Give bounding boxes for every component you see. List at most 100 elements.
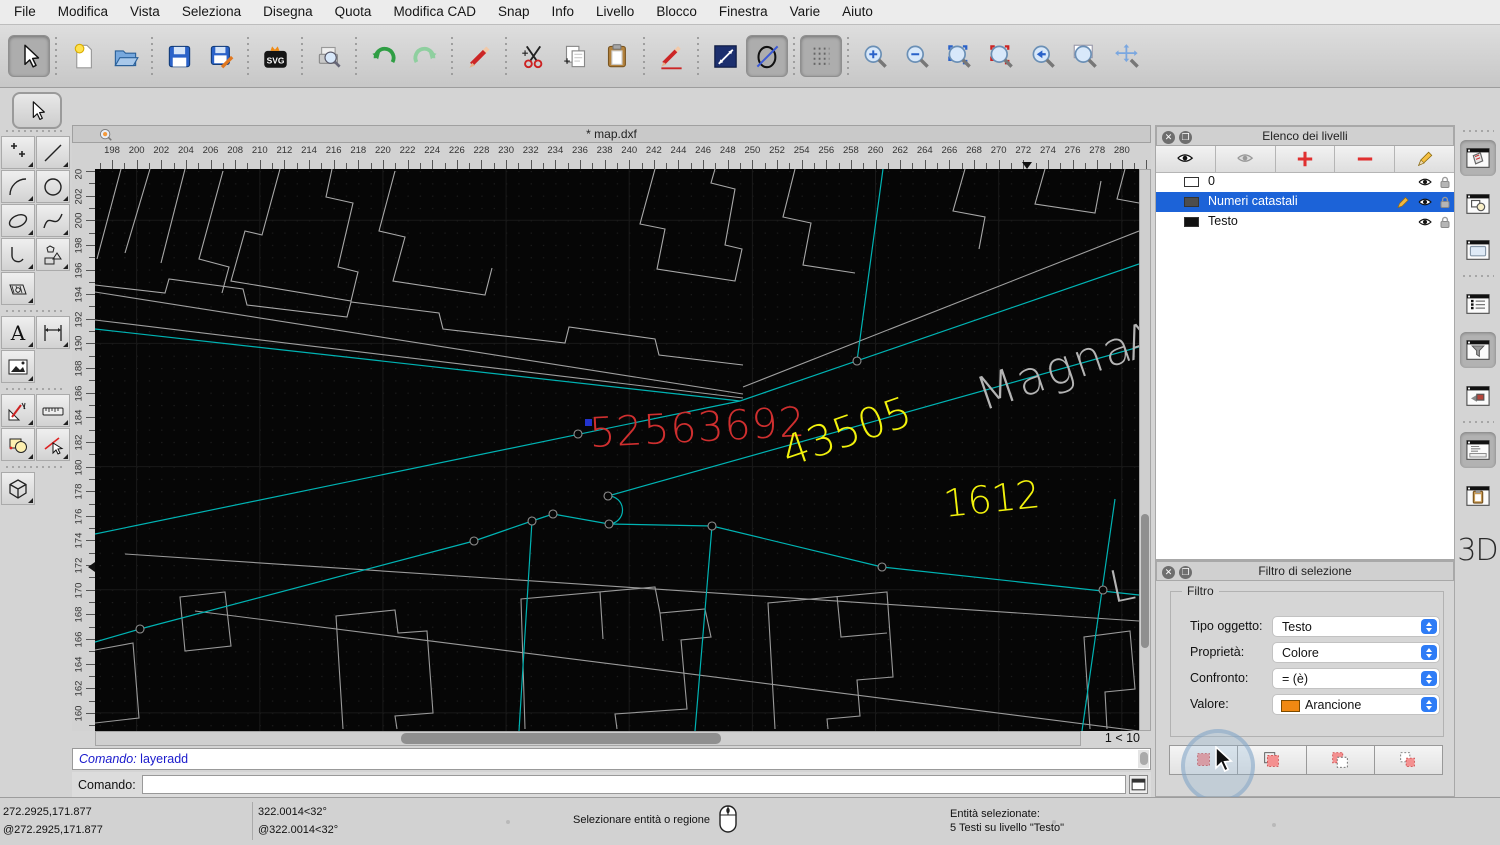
selection-filter-panel-button[interactable] xyxy=(1460,332,1496,368)
cut-button[interactable] xyxy=(512,35,554,77)
svg-export-button[interactable]: SVG xyxy=(254,35,296,77)
menu-seleziona[interactable]: Seleziona xyxy=(171,0,252,24)
layer-visibility-eye-icon[interactable] xyxy=(1418,195,1432,209)
drawing-canvas[interactable]: 52563692 43505 1612 Magna A L xyxy=(95,169,1139,731)
layer-lock-icon[interactable] xyxy=(1438,175,1452,189)
view-list-panel-button[interactable] xyxy=(1460,286,1496,322)
horizontal-scrollbar[interactable] xyxy=(95,731,1081,746)
command-input[interactable] xyxy=(142,775,1126,794)
undo-button[interactable] xyxy=(362,35,404,77)
zoom-window-button[interactable] xyxy=(1064,35,1106,77)
zoom-in-button[interactable] xyxy=(854,35,896,77)
zoom-selection-button[interactable] xyxy=(980,35,1022,77)
zoom-out-button[interactable] xyxy=(896,35,938,77)
block-list-panel-button[interactable] xyxy=(1460,186,1496,222)
comparison-dropdown[interactable]: = (è) xyxy=(1272,668,1440,689)
paste-button[interactable] xyxy=(596,35,638,77)
polyline-tool-button[interactable] xyxy=(1,238,35,271)
menu-info[interactable]: Info xyxy=(541,0,586,24)
layer-visibility-eye-icon[interactable] xyxy=(1418,175,1432,189)
zoom-auto-button[interactable] xyxy=(938,35,980,77)
text-tool-button[interactable]: A xyxy=(1,316,35,349)
measure-tool-button[interactable] xyxy=(36,394,70,427)
save-as-button[interactable] xyxy=(200,35,242,77)
window-icon xyxy=(1130,776,1147,793)
menu-varie[interactable]: Varie xyxy=(779,0,832,24)
layer-row-testo[interactable]: Testo xyxy=(1156,212,1454,232)
palette-drag-handle[interactable] xyxy=(4,129,66,133)
command-history[interactable]: Comando: layeradd xyxy=(72,748,1151,770)
dimension-tool-button[interactable] xyxy=(36,316,70,349)
intersect-selection-button[interactable] xyxy=(1375,746,1442,774)
add-layer-button[interactable] xyxy=(1276,146,1336,172)
property-dropdown[interactable]: Colore xyxy=(1272,642,1440,663)
object-type-dropdown[interactable]: Testo xyxy=(1272,616,1440,637)
menu-modifica[interactable]: Modifica xyxy=(47,0,119,24)
circle-tool-button[interactable] xyxy=(36,170,70,203)
command-detach-button[interactable] xyxy=(1129,775,1148,794)
trim-tool-button[interactable] xyxy=(36,428,70,461)
property-editor-panel-button[interactable] xyxy=(1460,478,1496,514)
modify-tool-button[interactable] xyxy=(1,428,35,461)
points-tool-button[interactable] xyxy=(1,136,35,169)
solid-3d-tool-button[interactable] xyxy=(1,472,35,505)
spline-tool-button[interactable] xyxy=(36,204,70,237)
menu-vista[interactable]: Vista xyxy=(119,0,171,24)
document-titlebar[interactable]: * map.dxf xyxy=(72,125,1151,143)
v-ruler-number: 194 xyxy=(74,285,85,305)
construction-circle-button[interactable] xyxy=(746,35,788,77)
projection-panel-button[interactable] xyxy=(1460,378,1496,414)
redo-button[interactable] xyxy=(404,35,446,77)
command-history-scrollbar[interactable] xyxy=(1138,750,1149,768)
zoom-previous-button[interactable] xyxy=(1022,35,1064,77)
grid-toggle-button[interactable] xyxy=(800,35,842,77)
remove-from-selection-button[interactable] xyxy=(1307,746,1375,774)
hatch-tool-button[interactable] xyxy=(1,272,35,305)
menu-quota[interactable]: Quota xyxy=(324,0,383,24)
menu-aiuto[interactable]: Aiuto xyxy=(831,0,884,24)
selection-tool-button[interactable] xyxy=(12,92,62,129)
selection-arrow-button[interactable] xyxy=(8,35,50,77)
image-tool-button[interactable] xyxy=(1,350,35,383)
pencil-tool-button[interactable] xyxy=(650,35,692,77)
copy-button[interactable] xyxy=(554,35,596,77)
construction-line-button[interactable] xyxy=(704,35,746,77)
hide-all-layers-eye-button[interactable] xyxy=(1216,146,1276,172)
menu-disegna[interactable]: Disegna xyxy=(252,0,324,24)
open-file-button[interactable] xyxy=(104,35,146,77)
menu-blocco[interactable]: Blocco xyxy=(645,0,708,24)
layer-name: Numeri catastali xyxy=(1208,194,1298,208)
menu-modifica-cad[interactable]: Modifica CAD xyxy=(382,0,487,24)
dock-drag-handle[interactable] xyxy=(1461,129,1494,133)
print-preview-button[interactable] xyxy=(308,35,350,77)
menu-snap[interactable]: Snap xyxy=(487,0,541,24)
delete-tool-button[interactable] xyxy=(458,35,500,77)
layer-list-panel-button[interactable] xyxy=(1460,140,1496,176)
ellipse-tool-button[interactable] xyxy=(1,204,35,237)
layer-visibility-eye-icon[interactable] xyxy=(1418,215,1432,229)
layer-lock-icon[interactable] xyxy=(1438,215,1452,229)
remove-layer-button[interactable] xyxy=(1335,146,1395,172)
command-line-panel-button[interactable] xyxy=(1460,432,1496,468)
menu-finestra[interactable]: Finestra xyxy=(708,0,779,24)
menu-livello[interactable]: Livello xyxy=(585,0,645,24)
edit-layer-button[interactable] xyxy=(1395,146,1454,172)
pan-zoom-button[interactable] xyxy=(1106,35,1148,77)
line-tool-button[interactable] xyxy=(36,136,70,169)
layer-lock-icon[interactable] xyxy=(1438,195,1452,209)
cad-tools-tool-button[interactable] xyxy=(1,394,35,427)
save-button[interactable] xyxy=(158,35,200,77)
new-file-button[interactable] xyxy=(62,35,104,77)
command-history-value: layeradd xyxy=(140,752,188,766)
layer-row-0[interactable]: 0 xyxy=(1156,172,1454,192)
layer-row-numeri-catastali[interactable]: Numeri catastali xyxy=(1156,192,1454,212)
show-all-layers-eye-button[interactable] xyxy=(1156,146,1216,172)
arc-tool-button[interactable] xyxy=(1,170,35,203)
library-browser-panel-button[interactable] xyxy=(1460,232,1496,268)
menu-file[interactable]: File xyxy=(0,0,47,24)
value-dropdown[interactable]: Arancione xyxy=(1272,694,1440,715)
layer-edit-pencil-icon[interactable] xyxy=(1396,195,1410,209)
shapes-tool-button[interactable] xyxy=(36,238,70,271)
h-ruler-number: 254 xyxy=(794,145,810,156)
vertical-scrollbar[interactable] xyxy=(1139,169,1151,731)
